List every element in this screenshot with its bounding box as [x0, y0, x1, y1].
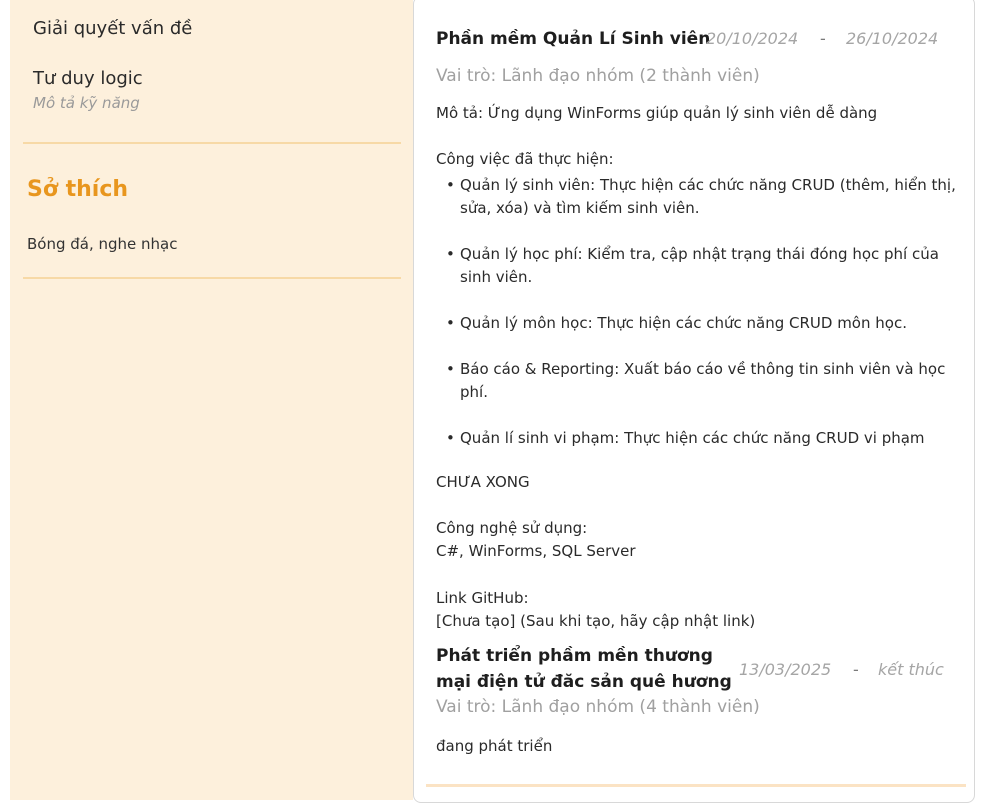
github-heading: Link GitHub:: [436, 589, 529, 607]
task-text[interactable]: Quản lý sinh viên: Thực hiện các chức nă…: [460, 176, 956, 217]
github-link[interactable]: [Chưa tạo] (Sau khi tạo, hãy cập nhật li…: [436, 610, 755, 633]
task-item: • Quản lý học phí: Kiểm tra, cập nhật trạ…: [436, 243, 956, 289]
project-role[interactable]: Vai trò: Lãnh đạo nhóm (2 thành viên): [436, 66, 760, 86]
tasks-heading: Công việc đã thực hiện:: [436, 150, 614, 168]
project-description[interactable]: đang phát triển: [436, 735, 552, 758]
section-divider: [23, 277, 401, 279]
project-title[interactable]: Phát triển phầm mền thương: [436, 643, 713, 669]
task-item: • Quản lý sinh viên: Thực hiện các chức n…: [436, 174, 956, 220]
task-list: • Quản lý sinh viên: Thực hiện các chức n…: [436, 174, 956, 473]
project-status[interactable]: CHƯA XONG: [436, 471, 530, 494]
tech-value[interactable]: C#, WinForms, SQL Server: [436, 540, 636, 563]
date-separator: -: [853, 660, 859, 679]
project-description[interactable]: Mô tả: Ứng dụng WinForms giúp quản lý si…: [436, 102, 877, 125]
bullet-icon: •: [446, 429, 455, 447]
bullet-icon: •: [446, 360, 455, 378]
hobbies-text[interactable]: Bóng đá, nghe nhạc: [27, 235, 178, 253]
skill-name[interactable]: Tư duy logic: [33, 68, 143, 89]
task-text[interactable]: Quản lý học phí: Kiểm tra, cập nhật trạn…: [460, 245, 939, 286]
skill-name[interactable]: Giải quyết vấn đề: [33, 18, 192, 39]
task-item: • Quản lí sinh vi phạm: Thực hiện các chứ…: [436, 427, 956, 450]
projects-panel: Phần mềm Quản Lí Sinh viên 20/10/2024 - …: [413, 0, 975, 803]
bullet-icon: •: [446, 314, 455, 332]
task-text[interactable]: Quản lý môn học: Thực hiện các chức năng…: [460, 314, 907, 332]
project-start-date[interactable]: 13/03/2025: [739, 660, 831, 679]
project-end-date[interactable]: 26/10/2024: [846, 29, 938, 48]
tech-heading: Công nghệ sử dụng:: [436, 519, 588, 537]
date-separator: -: [820, 29, 826, 48]
project-end-date[interactable]: kết thúc: [878, 660, 944, 679]
task-item: • Quản lý môn học: Thực hiện các chức năn…: [436, 312, 956, 335]
project-start-date[interactable]: 20/10/2024: [706, 29, 798, 48]
hobbies-heading: Sở thích: [27, 177, 129, 202]
project-role[interactable]: Vai trò: Lãnh đạo nhóm (4 thành viên): [436, 697, 760, 717]
task-text[interactable]: Quản lí sinh vi phạm: Thực hiện các chức…: [460, 429, 925, 447]
project-title[interactable]: mại điện tử đăc sản quê hương: [436, 669, 732, 695]
project-title[interactable]: Phần mềm Quản Lí Sinh viên: [436, 26, 710, 52]
task-text[interactable]: Báo cáo & Reporting: Xuất báo cáo về thô…: [460, 360, 945, 401]
bullet-icon: •: [446, 176, 455, 194]
sidebar: Giải quyết vấn đề Tư duy logic Mô tả kỹ …: [10, 0, 413, 800]
skill-description-placeholder[interactable]: Mô tả kỹ năng: [33, 94, 140, 112]
section-divider: [426, 784, 966, 787]
bullet-icon: •: [446, 245, 455, 263]
section-divider: [23, 142, 401, 144]
task-item: • Báo cáo & Reporting: Xuất báo cáo về th…: [436, 358, 956, 404]
